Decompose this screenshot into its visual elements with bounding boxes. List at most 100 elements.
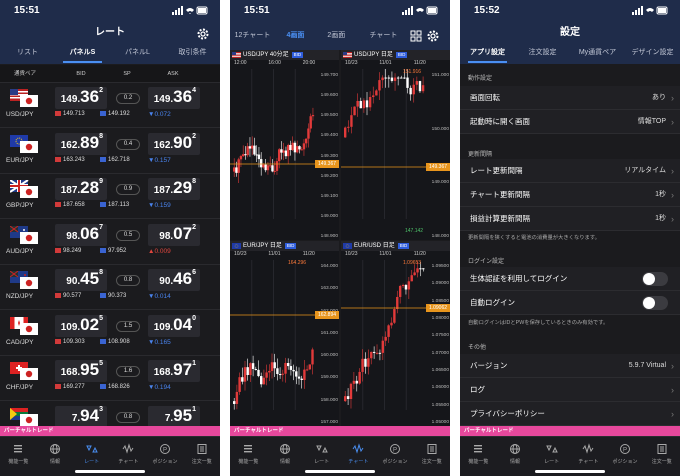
candle: [356, 100, 359, 107]
nav-menu[interactable]: 機能一覧: [0, 437, 37, 476]
pair-name: EUR/JPY: [6, 156, 34, 164]
bid-price-button[interactable]: 162.898: [55, 132, 107, 155]
low-price: 168.826: [100, 384, 130, 390]
gear-icon[interactable]: [426, 29, 440, 43]
nav-menu[interactable]: 機能一覧: [230, 437, 267, 476]
candle: [396, 296, 399, 309]
chart-panel[interactable]: USD/JPY 日足 BID 10/23 11/01 11/20 151.000 150.0…: [341, 50, 450, 240]
bid-tail: 5: [99, 360, 103, 367]
nav-label: ポジション: [382, 459, 408, 465]
nav-order-list[interactable]: 注文一覧: [183, 437, 220, 476]
svg-text:P: P: [163, 448, 167, 454]
ask-price-button[interactable]: 149.364: [148, 87, 200, 109]
tab-my-pairs[interactable]: My通貨ペア: [570, 44, 625, 64]
nav-globe[interactable]: 情報: [37, 437, 74, 476]
chart-date-label: 11/20: [302, 251, 315, 257]
chart-date-label: 10/23: [345, 251, 358, 257]
rate-row[interactable]: NZD/JPY 90.458 0.8 90.466 90.577 90.373 ▼0.014: [0, 265, 220, 310]
bid-price-button[interactable]: 168.955: [55, 360, 107, 382]
tab-design-settings[interactable]: デザイン設定: [625, 44, 680, 64]
ask-price-button[interactable]: 90.466: [148, 269, 200, 291]
gear-icon[interactable]: [196, 27, 210, 41]
chart-panel[interactable]: EUR/USD 日足 BID 10/23 11/01 11/20 1.09500 1.090…: [341, 241, 450, 426]
ask-price-button[interactable]: 168.971: [148, 360, 200, 382]
layout-grid-icon[interactable]: [410, 30, 422, 42]
ask-prefix: 162.: [153, 139, 174, 151]
chart-panel[interactable]: USD/JPY 40分足 BID 12:00 16:00 20:00 149.700 149…: [230, 50, 339, 240]
nav-label: 注文一覧: [651, 459, 672, 465]
ask-price-button[interactable]: 98.072: [148, 223, 200, 246]
candle: [254, 368, 257, 370]
setting-privacy-policy[interactable]: プライバシーポリシー ›: [460, 402, 680, 426]
setting-screen-rotation[interactable]: 画面回転 あり ›: [460, 86, 680, 110]
setting-version[interactable]: バージョン 5.9.7 Virtual ›: [460, 354, 680, 378]
tab-conditions[interactable]: 取引条件: [165, 44, 220, 64]
candle: [251, 363, 255, 369]
ask-price-button[interactable]: 187.298: [148, 178, 200, 200]
setting-label: チャート更新間隔: [470, 190, 530, 199]
candle: [242, 154, 245, 157]
candle: [265, 372, 268, 378]
bid-price-button[interactable]: 90.458: [55, 269, 107, 291]
rate-row[interactable]: CHF/JPY 168.955 1.6 168.971 169.277 168.826 ▼0…: [0, 356, 220, 401]
bid-price-button[interactable]: 149.362: [55, 87, 107, 109]
chart-date-label: 10/23: [345, 60, 358, 66]
tab-panel-l[interactable]: パネルL: [110, 44, 165, 64]
currency-flag-icon: [10, 407, 38, 426]
chart-screen: 15:51 12チャート 4画面 2画面 チャート USD/JPY 40分足 BI…: [230, 0, 450, 476]
currency-flag-icon: [343, 52, 352, 58]
rate-row[interactable]: GBP/JPY 187.289 0.9 187.298 187.658 187.113 ▼0…: [0, 174, 220, 219]
nav-position[interactable]: P ポジション: [147, 437, 184, 476]
bid-price-button[interactable]: 109.025: [55, 314, 107, 337]
setting-pl-interval[interactable]: 損益計算更新間隔 1秒 ›: [460, 207, 680, 231]
nav-globe[interactable]: 情報: [267, 437, 304, 476]
rate-icon: [85, 445, 98, 453]
tab-list[interactable]: リスト: [0, 44, 55, 64]
bid-prefix: 98.: [66, 230, 81, 242]
nav-order-list[interactable]: 注文一覧: [643, 437, 680, 476]
setting-log[interactable]: ログ ›: [460, 378, 680, 402]
tab-2-screen[interactable]: 2画面: [316, 22, 357, 50]
tab-4-screen[interactable]: 4画面: [275, 22, 316, 50]
candle: [305, 138, 308, 144]
change-amount: 0.009: [154, 247, 171, 255]
ask-price-button[interactable]: 109.040: [148, 314, 200, 337]
rate-icon: [315, 445, 328, 453]
rate-row[interactable]: CAD/JPY 109.025 1.5 109.040 109.303 108.908 ▼0…: [0, 311, 220, 356]
ask-price-button[interactable]: 7.951: [148, 405, 200, 428]
bid-price-button[interactable]: 7.943: [55, 405, 107, 428]
setting-chart-interval[interactable]: チャート更新間隔 1秒 ›: [460, 183, 680, 207]
ask-price-button[interactable]: 162.902: [148, 132, 200, 155]
candle: [364, 358, 367, 367]
tab-order-settings[interactable]: 注文設定: [515, 44, 570, 64]
candle: [347, 126, 350, 128]
ask-prefix: 7.: [164, 412, 174, 424]
candle: [416, 268, 419, 273]
setting-start-screen[interactable]: 起動時に開く画面 情報TOP ›: [460, 110, 680, 134]
high-price: 109.303: [55, 339, 85, 345]
change-amount: 0.072: [154, 111, 171, 118]
biometric-toggle[interactable]: [642, 272, 668, 286]
col-bid: BID: [76, 71, 86, 77]
rate-row[interactable]: USD/JPY 149.362 0.2 149.364 149.713 149.192 ▼0…: [0, 83, 220, 128]
setting-rate-interval[interactable]: レート更新間隔 リアルタイム ›: [460, 159, 680, 183]
tab-app-settings[interactable]: アプリ設定: [460, 44, 515, 64]
tab-chart[interactable]: チャート: [357, 22, 410, 50]
candle: [398, 285, 402, 297]
nav-order-list[interactable]: 注文一覧: [413, 437, 450, 476]
chart-panel[interactable]: EUR/JPY 日足 BID 10/23 11/01 11/20 164.000 163.0…: [230, 241, 339, 426]
rate-row[interactable]: EUR/JPY 162.898 0.4 162.902 163.243 162.718 ▼0…: [0, 129, 220, 174]
tab-panel-s[interactable]: パネルS: [55, 44, 110, 64]
bid-price-button[interactable]: 187.289: [55, 178, 107, 200]
auto-login-toggle[interactable]: [642, 296, 668, 310]
candle: [387, 325, 390, 337]
nav-position[interactable]: P ポジション: [377, 437, 414, 476]
nav-position[interactable]: P ポジション: [607, 437, 644, 476]
bid-prefix: 162.: [60, 139, 81, 151]
nav-globe[interactable]: 情報: [497, 437, 534, 476]
tab-12-charts[interactable]: 12チャート: [230, 22, 275, 50]
bid-price-button[interactable]: 98.067: [55, 223, 107, 246]
nav-menu[interactable]: 機能一覧: [460, 437, 497, 476]
candle: [289, 366, 293, 370]
rate-row[interactable]: AUD/JPY 98.067 0.5 98.072 98.249 97.952 ▲0.009: [0, 220, 220, 265]
